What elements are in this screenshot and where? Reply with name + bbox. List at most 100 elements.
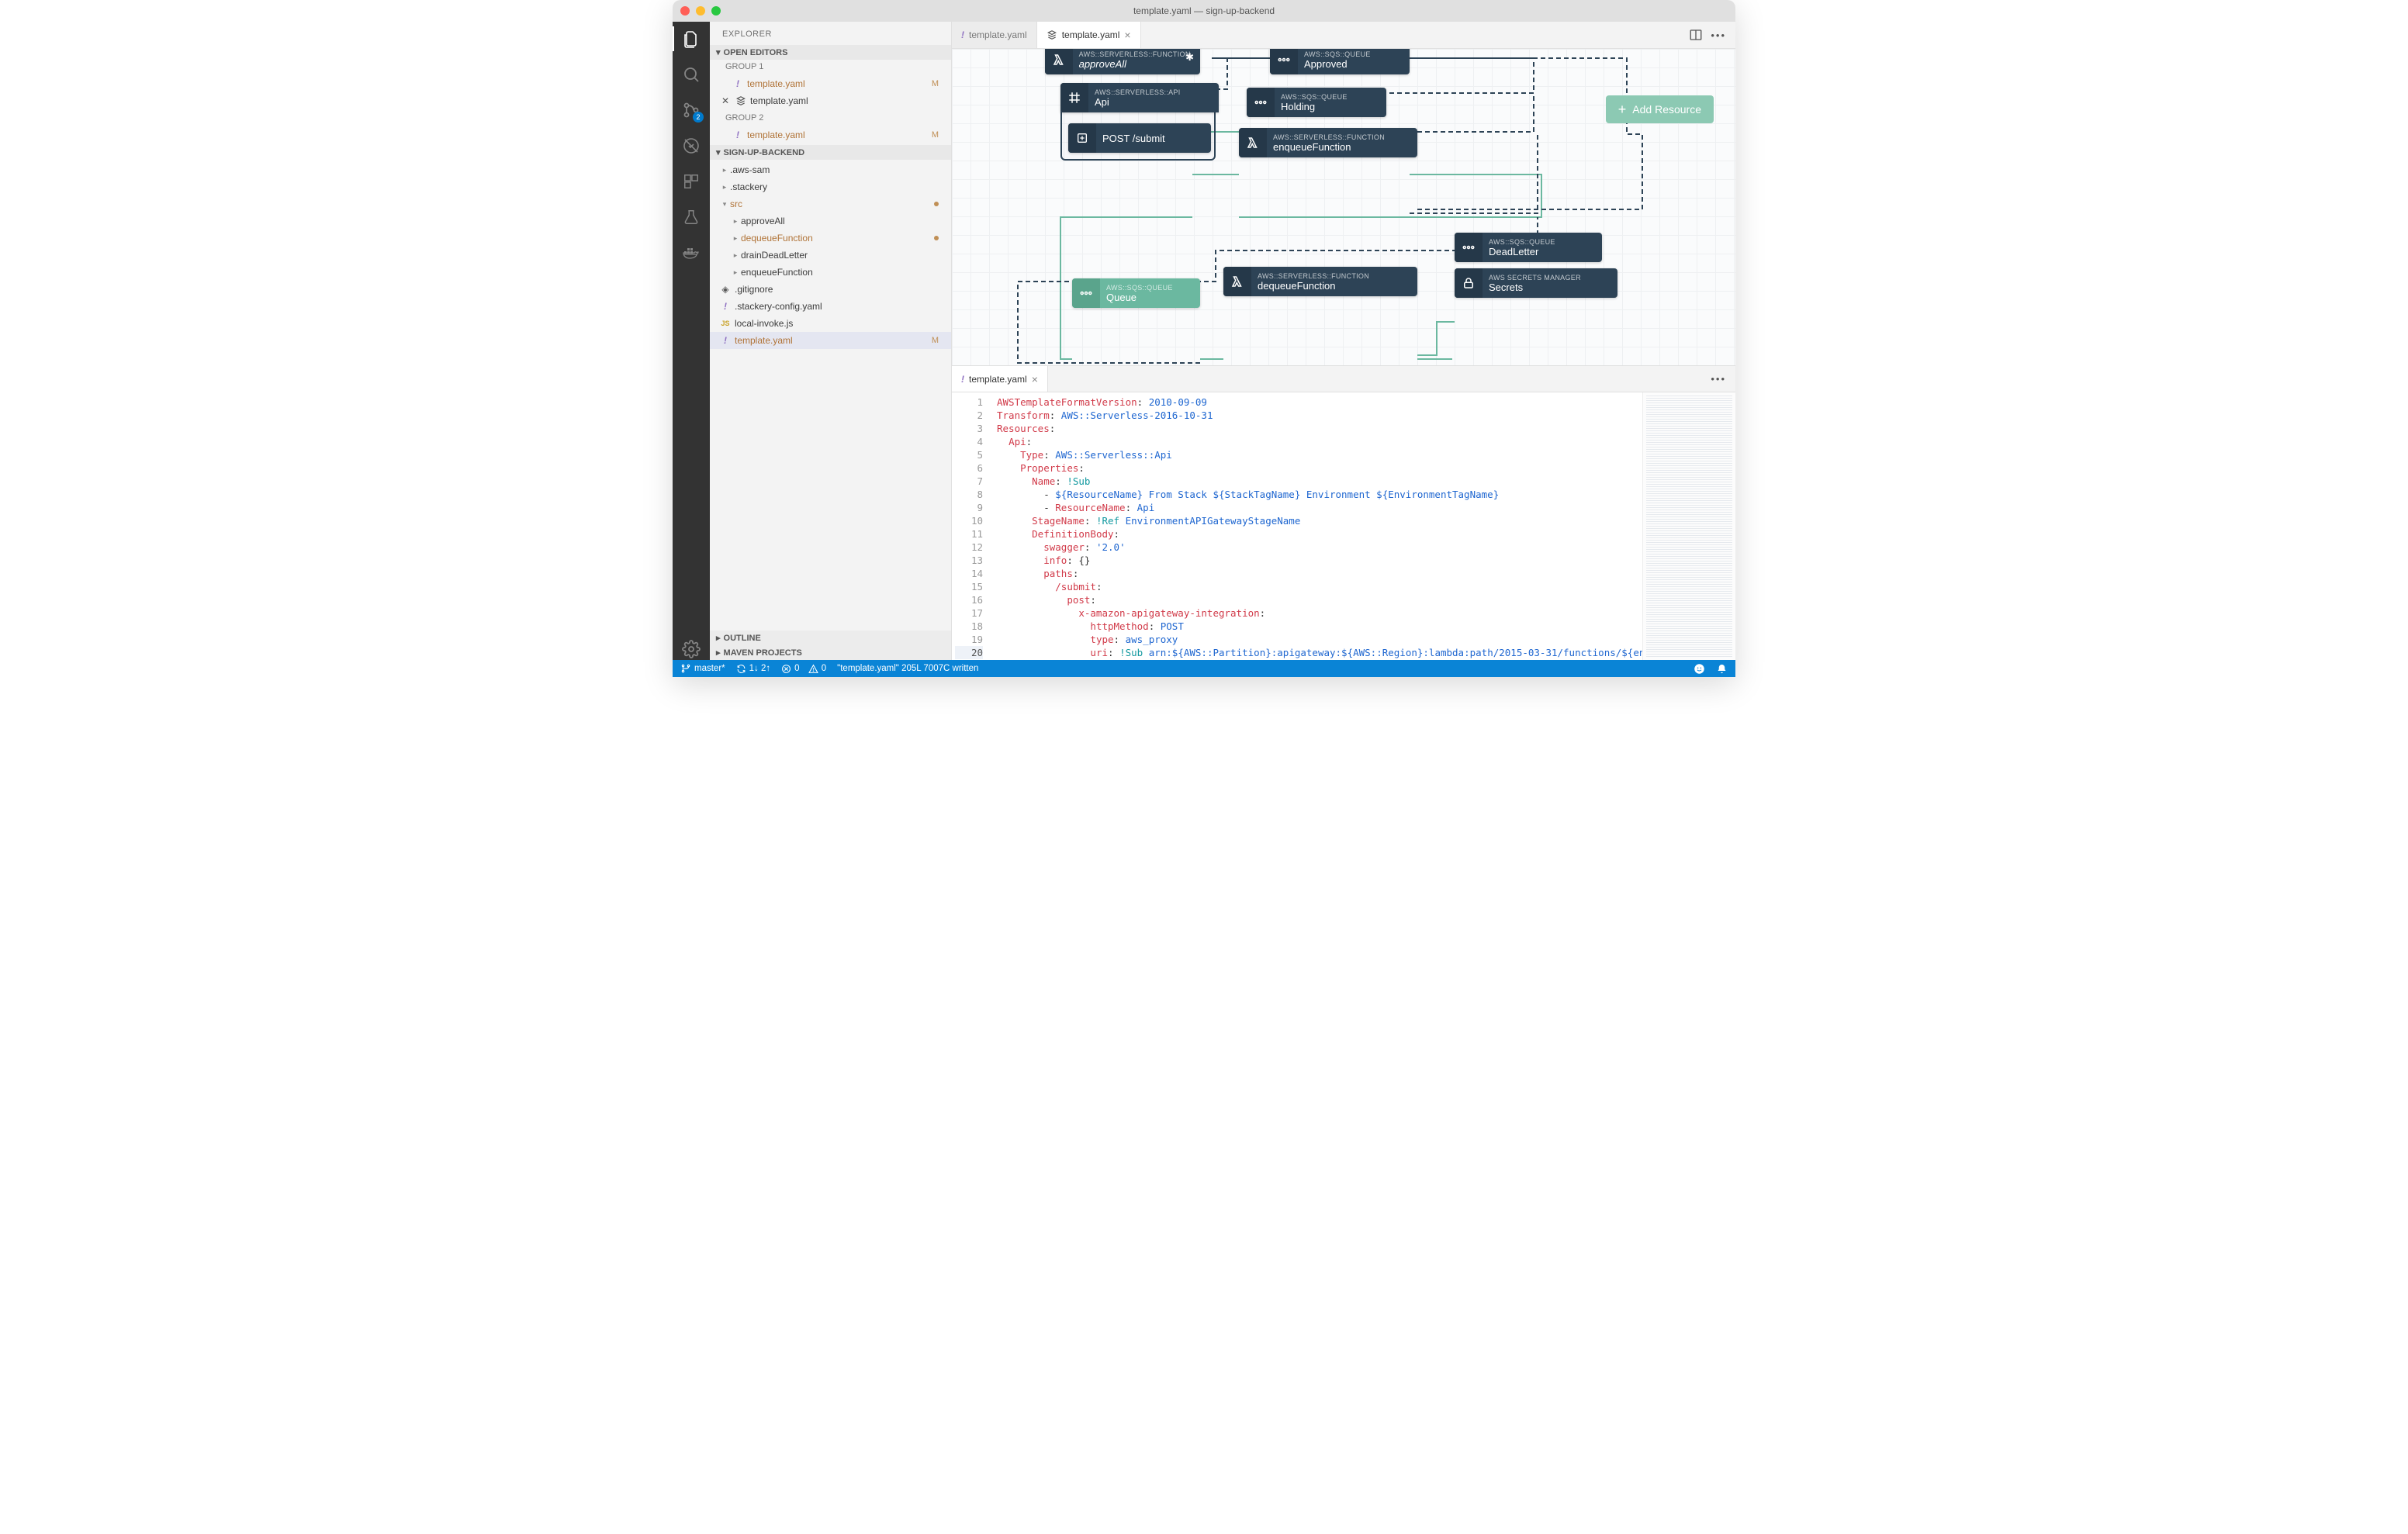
node-name: POST /submit bbox=[1102, 133, 1171, 144]
node-type: AWS::SQS::QUEUE bbox=[1106, 284, 1175, 292]
wildcard-icon: ✱ bbox=[1185, 51, 1194, 64]
file-item[interactable]: ◈.gitignore bbox=[710, 281, 951, 298]
add-resource-button[interactable]: + Add Resource bbox=[1606, 95, 1714, 123]
node-name: Queue bbox=[1106, 292, 1175, 303]
node-secrets[interactable]: AWS SECRETS MANAGERSecrets bbox=[1455, 268, 1617, 298]
chevron-right-icon: ▸ bbox=[719, 183, 730, 192]
group-label: GROUP 2 bbox=[725, 113, 763, 123]
folder-item[interactable]: ▸approveAll bbox=[710, 212, 951, 230]
debug-icon[interactable] bbox=[680, 135, 702, 157]
node-type: AWS::SQS::QUEUE bbox=[1281, 93, 1349, 101]
js-file-icon: JS bbox=[719, 320, 732, 327]
yaml-file-icon: ! bbox=[961, 29, 964, 40]
folder-item[interactable]: ▾src bbox=[710, 195, 951, 212]
group-1-header[interactable]: GROUP 1 bbox=[710, 60, 951, 74]
file-item[interactable]: JSlocal-invoke.js bbox=[710, 315, 951, 332]
close-tab-icon[interactable]: × bbox=[1124, 29, 1130, 41]
search-icon[interactable] bbox=[680, 64, 702, 85]
file-label: dequeueFunction bbox=[741, 233, 934, 244]
tab-template-yaml[interactable]: ! template.yaml bbox=[952, 22, 1037, 48]
close-icon[interactable]: ✕ bbox=[719, 95, 732, 106]
sqs-icon bbox=[1455, 233, 1483, 262]
code-content[interactable]: AWSTemplateFormatVersion: 2010-09-09Tran… bbox=[991, 392, 1642, 660]
close-tab-icon[interactable]: × bbox=[1032, 373, 1038, 385]
editor-region: ! template.yaml template.yaml × ••• bbox=[952, 22, 1735, 660]
docker-icon[interactable] bbox=[680, 242, 702, 264]
open-editor-item[interactable]: ✕ template.yaml bbox=[710, 92, 951, 109]
minimap[interactable] bbox=[1642, 392, 1735, 660]
maven-label: MAVEN PROJECTS bbox=[724, 648, 802, 658]
split-editor-icon[interactable] bbox=[1689, 28, 1703, 42]
architecture-canvas[interactable]: AWS::SERVERLESS::FUNCTIONapproveAll ✱ AW… bbox=[952, 49, 1735, 365]
maximize-window-button[interactable] bbox=[711, 6, 721, 16]
project-header[interactable]: ▾ SIGN-UP-BACKEND bbox=[710, 145, 951, 160]
warning-count: 0 bbox=[822, 664, 826, 673]
tab-label: template.yaml bbox=[969, 29, 1027, 40]
lambda-icon bbox=[1045, 49, 1073, 74]
folder-item[interactable]: ▸.stackery bbox=[710, 178, 951, 195]
node-name: DeadLetter bbox=[1489, 246, 1557, 257]
activity-bar: 2 bbox=[673, 22, 710, 660]
beaker-icon[interactable] bbox=[680, 206, 702, 228]
problems-status[interactable]: 0 0 bbox=[781, 664, 826, 674]
git-branch-status[interactable]: master* bbox=[680, 663, 725, 674]
route-icon bbox=[1068, 123, 1096, 153]
node-approved[interactable]: AWS::SQS::QUEUEApproved bbox=[1270, 49, 1410, 74]
minimize-window-button[interactable] bbox=[696, 6, 705, 16]
node-post-submit[interactable]: POST /submit bbox=[1068, 123, 1211, 153]
tab-template-visual[interactable]: template.yaml × bbox=[1037, 22, 1141, 48]
source-control-icon[interactable]: 2 bbox=[680, 99, 702, 121]
close-window-button[interactable] bbox=[680, 6, 690, 16]
group-label: GROUP 1 bbox=[725, 62, 763, 71]
folder-item[interactable]: ▸.aws-sam bbox=[710, 161, 951, 178]
chevron-right-icon: ▸ bbox=[730, 217, 741, 226]
explorer-icon[interactable] bbox=[680, 28, 702, 50]
node-dead-letter[interactable]: AWS::SQS::QUEUEDeadLetter bbox=[1455, 233, 1602, 262]
node-dequeue-function[interactable]: AWS::SERVERLESS::FUNCTIONdequeueFunction bbox=[1223, 267, 1417, 296]
open-editor-item[interactable]: ! template.yaml M bbox=[710, 126, 951, 143]
node-api[interactable]: AWS::SERVERLESS::APIApi bbox=[1060, 83, 1219, 112]
extensions-icon[interactable] bbox=[680, 171, 702, 192]
window-title: template.yaml — sign-up-backend bbox=[673, 5, 1735, 16]
chevron-right-icon: ▸ bbox=[730, 268, 741, 277]
file-item[interactable]: !.stackery-config.yaml bbox=[710, 298, 951, 315]
node-queue[interactable]: AWS::SQS::QUEUEQueue bbox=[1072, 278, 1200, 308]
code-editor[interactable]: 123456789101112131415161718192021 AWSTem… bbox=[952, 392, 1735, 660]
file-label: .stackery bbox=[730, 181, 945, 192]
file-label: .gitignore bbox=[735, 284, 945, 295]
group-2-header[interactable]: GROUP 2 bbox=[710, 111, 951, 125]
maven-header[interactable]: ▸ MAVEN PROJECTS bbox=[710, 645, 951, 660]
tab-template-code[interactable]: ! template.yaml × bbox=[952, 366, 1048, 392]
node-name: enqueueFunction bbox=[1273, 141, 1385, 153]
file-item[interactable]: !template.yamlM bbox=[710, 332, 951, 349]
folder-item[interactable]: ▸dequeueFunction bbox=[710, 230, 951, 247]
file-label: template.yaml bbox=[735, 335, 932, 346]
sync-status[interactable]: 1↓ 2↑ bbox=[736, 664, 771, 674]
open-editors-header[interactable]: ▾ OPEN EDITORS bbox=[710, 45, 951, 60]
node-approve-all[interactable]: AWS::SERVERLESS::FUNCTIONapproveAll ✱ bbox=[1045, 49, 1200, 74]
more-actions-icon[interactable]: ••• bbox=[1711, 373, 1726, 385]
chevron-right-icon: ▸ bbox=[719, 166, 730, 174]
secrets-icon bbox=[1455, 268, 1483, 298]
folder-item[interactable]: ▸drainDeadLetter bbox=[710, 247, 951, 264]
line-gutter: 123456789101112131415161718192021 bbox=[952, 392, 991, 660]
api-group[interactable]: AWS::SERVERLESS::APIApi POST /submit bbox=[1060, 83, 1216, 161]
node-type: AWS::SERVERLESS::FUNCTION bbox=[1273, 133, 1385, 141]
node-name: Approved bbox=[1304, 58, 1372, 70]
editor-tabs-bottom: ! template.yaml × ••• bbox=[952, 366, 1735, 392]
open-editor-item[interactable]: ! template.yaml M bbox=[710, 75, 951, 92]
status-message: "template.yaml" 205L 7007C written bbox=[837, 664, 978, 673]
stackery-file-icon bbox=[735, 95, 747, 106]
node-name: dequeueFunction bbox=[1258, 280, 1369, 292]
feedback-icon[interactable] bbox=[1694, 663, 1705, 675]
more-actions-icon[interactable]: ••• bbox=[1711, 29, 1726, 41]
node-holding[interactable]: AWS::SQS::QUEUEHolding bbox=[1247, 88, 1386, 117]
file-label: drainDeadLetter bbox=[741, 250, 945, 261]
scm-badge: 2 bbox=[693, 112, 704, 123]
folder-item[interactable]: ▸enqueueFunction bbox=[710, 264, 951, 281]
settings-gear-icon[interactable] bbox=[680, 638, 702, 660]
file-label: local-invoke.js bbox=[735, 318, 945, 329]
notifications-icon[interactable] bbox=[1716, 663, 1728, 675]
outline-header[interactable]: ▸ OUTLINE bbox=[710, 631, 951, 645]
node-enqueue-function[interactable]: AWS::SERVERLESS::FUNCTIONenqueueFunction bbox=[1239, 128, 1417, 157]
